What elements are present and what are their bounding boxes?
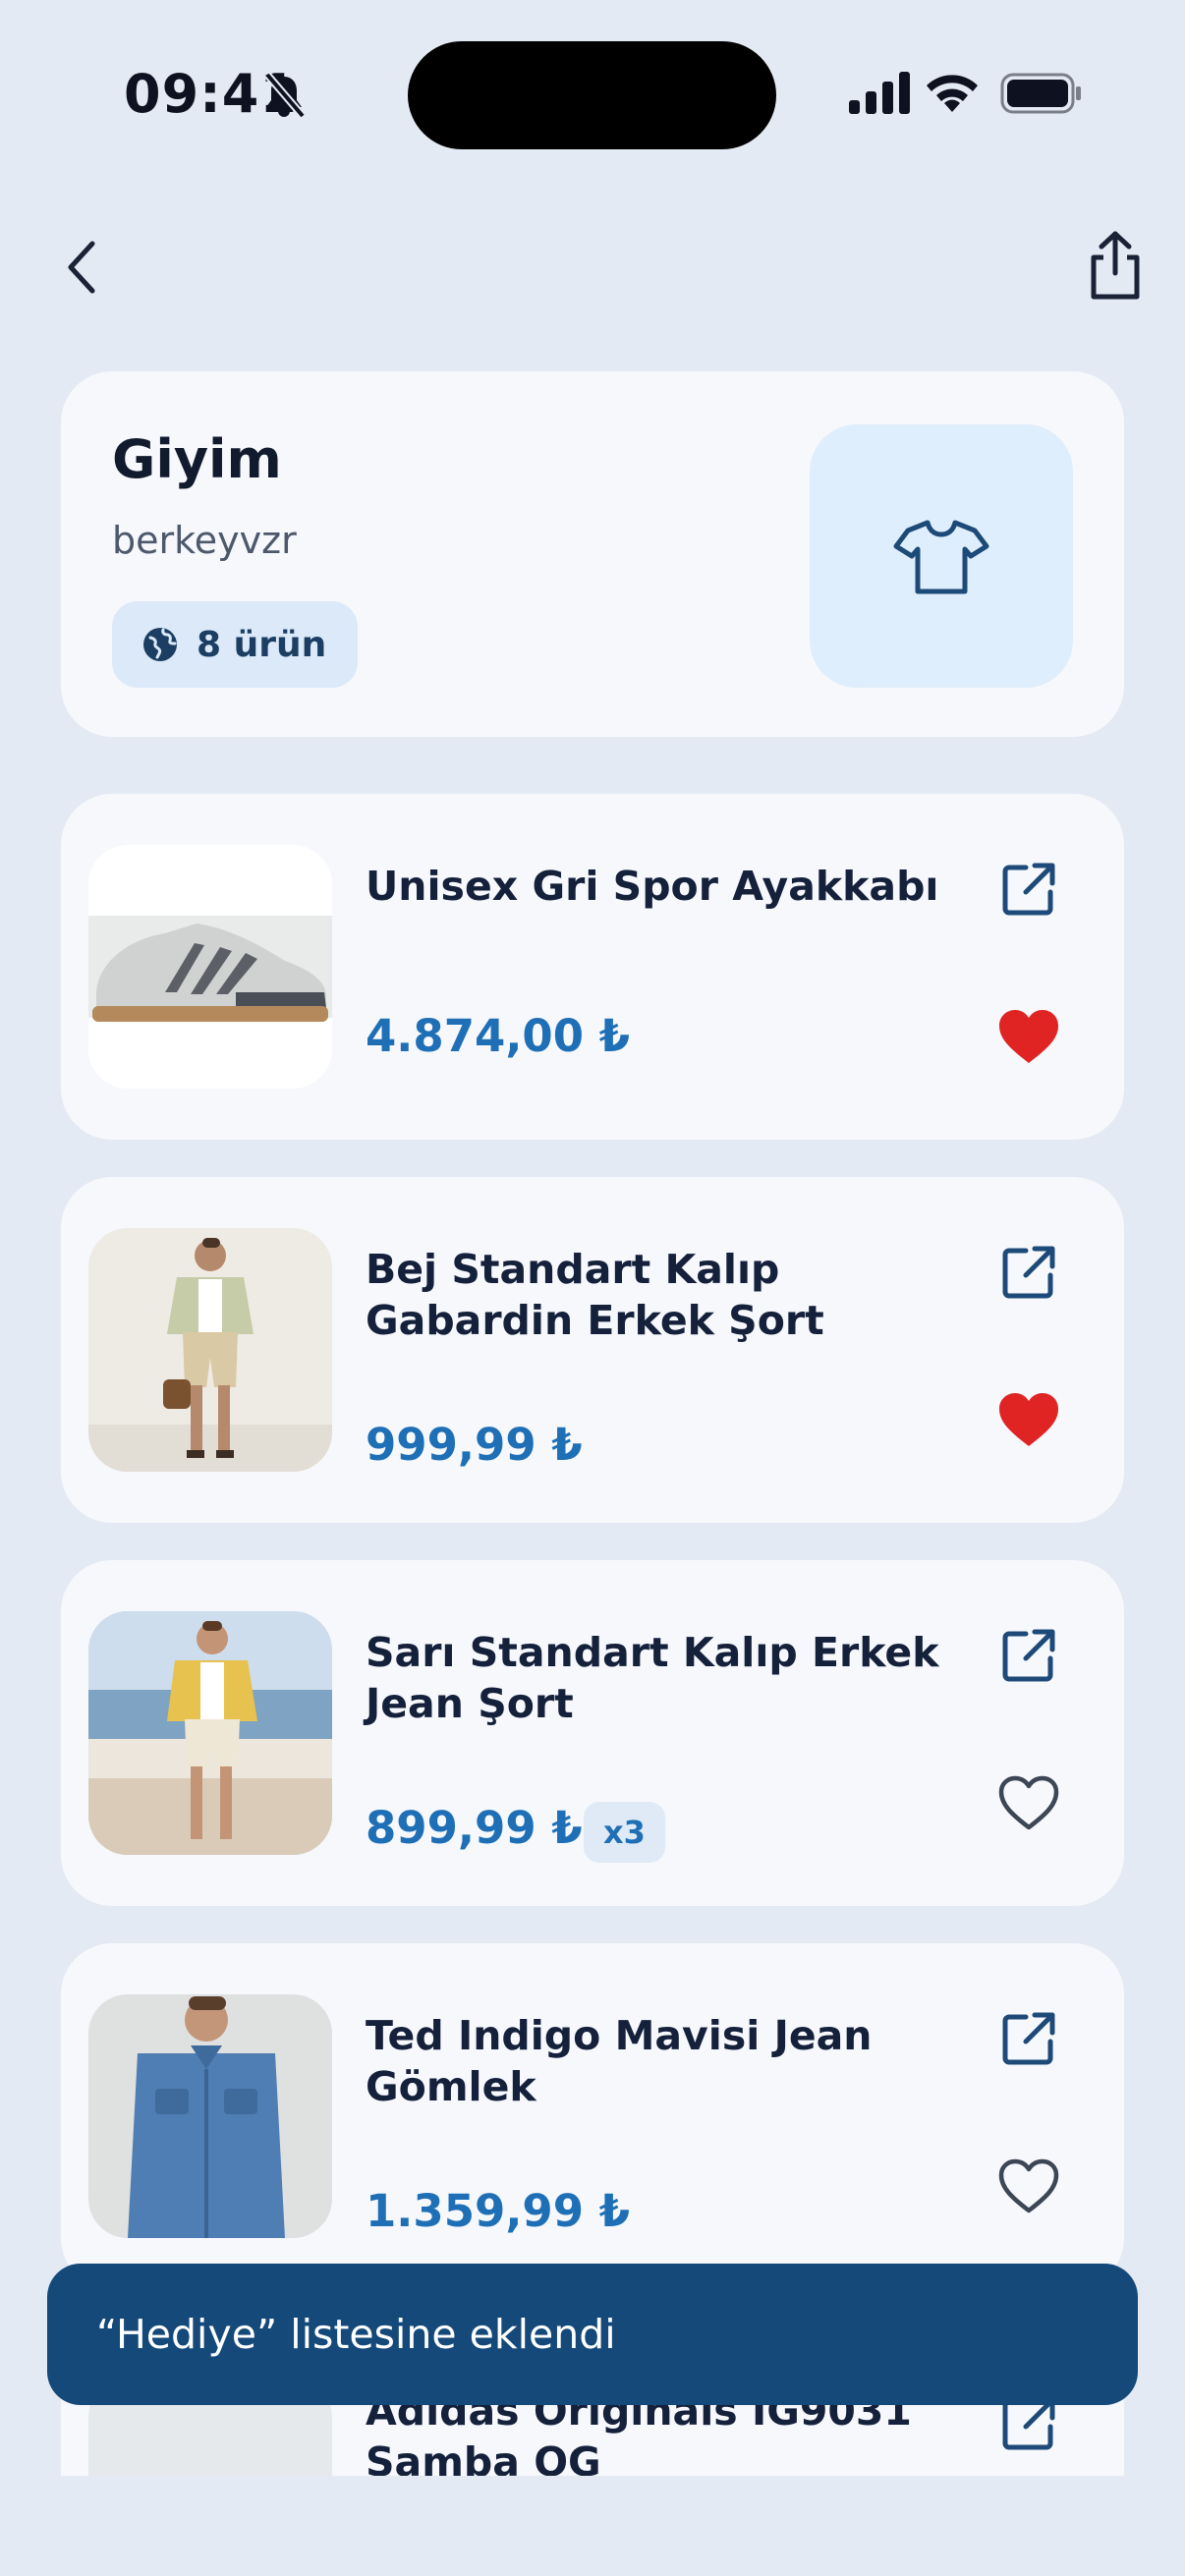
back-button[interactable] xyxy=(53,228,112,307)
external-link-icon xyxy=(1002,1629,1055,1682)
heart-outline-icon xyxy=(998,1775,1059,1830)
list-item[interactable]: Bej Standart Kalıp Gabardin Erkek Şort 9… xyxy=(61,1177,1124,1523)
product-image xyxy=(88,1994,332,2238)
list-item[interactable]: Sarı Standart Kalıp Erkek Jean Şort 899,… xyxy=(61,1560,1124,1906)
favorite-button[interactable] xyxy=(994,1385,1063,1454)
item-name: Unisex Gri Spor Ayakkabı xyxy=(366,863,939,910)
snackbar-toast: “Hediye” listesine eklendi xyxy=(47,2264,1138,2405)
list-owner: berkeyvzr xyxy=(112,519,297,562)
chevron-left-icon xyxy=(68,241,95,294)
external-link-icon xyxy=(1002,863,1055,916)
cellular-signal-icon xyxy=(849,72,910,114)
item-price: 899,99 ₺ xyxy=(366,1802,583,1854)
status-bar: 09:41 xyxy=(0,0,1185,187)
favorite-button[interactable] xyxy=(994,1768,1063,1837)
item-count-chip: 8 ürün xyxy=(112,601,359,688)
product-image xyxy=(88,845,332,1089)
battery-icon xyxy=(1000,73,1081,114)
open-link-button[interactable] xyxy=(994,1238,1063,1307)
open-link-button[interactable] xyxy=(994,855,1063,924)
heart-filled-icon xyxy=(999,1010,1058,1063)
open-link-button[interactable] xyxy=(994,1621,1063,1690)
item-count-label: 8 ürün xyxy=(197,624,327,665)
tshirt-icon xyxy=(893,520,989,594)
toast-message: “Hediye” listesine eklendi xyxy=(96,2311,616,2358)
item-name: Sarı Standart Kalıp Erkek Jean Şort xyxy=(366,1629,939,1727)
external-link-icon xyxy=(1002,1246,1055,1299)
bell-off-icon xyxy=(263,72,307,119)
globe-icon xyxy=(143,628,177,661)
item-price: 1.359,99 ₺ xyxy=(366,2185,631,2237)
open-link-button[interactable] xyxy=(994,2004,1063,2073)
product-image xyxy=(88,1228,332,1472)
item-price: 4.874,00 ₺ xyxy=(366,1010,631,1062)
heart-outline-icon xyxy=(998,2158,1059,2213)
heart-filled-icon xyxy=(999,1393,1058,1446)
list-title: Giyim xyxy=(112,428,282,490)
list-item[interactable]: Ted Indigo Mavisi Jean Gömlek 1.359,99 ₺ xyxy=(61,1943,1124,2289)
wifi-icon xyxy=(927,75,978,112)
share-icon xyxy=(1091,231,1140,300)
item-name: Bej Standart Kalıp Gabardin Erkek Şort xyxy=(366,1246,824,1344)
list-item[interactable]: Unisex Gri Spor Ayakkabı 4.874,00 ₺ xyxy=(61,794,1124,1140)
quantity-badge: x3 xyxy=(584,1802,665,1863)
favorite-button[interactable] xyxy=(994,2152,1063,2220)
dynamic-island xyxy=(408,41,776,149)
product-image xyxy=(88,1611,332,1855)
item-price: 999,99 ₺ xyxy=(366,1419,583,1471)
favorite-button[interactable] xyxy=(994,1002,1063,1071)
external-link-icon xyxy=(1002,2012,1055,2065)
item-name: Ted Indigo Mavisi Jean Gömlek xyxy=(366,2012,873,2110)
share-button[interactable] xyxy=(1081,224,1150,307)
list-header-card: Giyim berkeyvzr 8 ürün xyxy=(61,371,1124,737)
category-tile xyxy=(810,424,1073,688)
